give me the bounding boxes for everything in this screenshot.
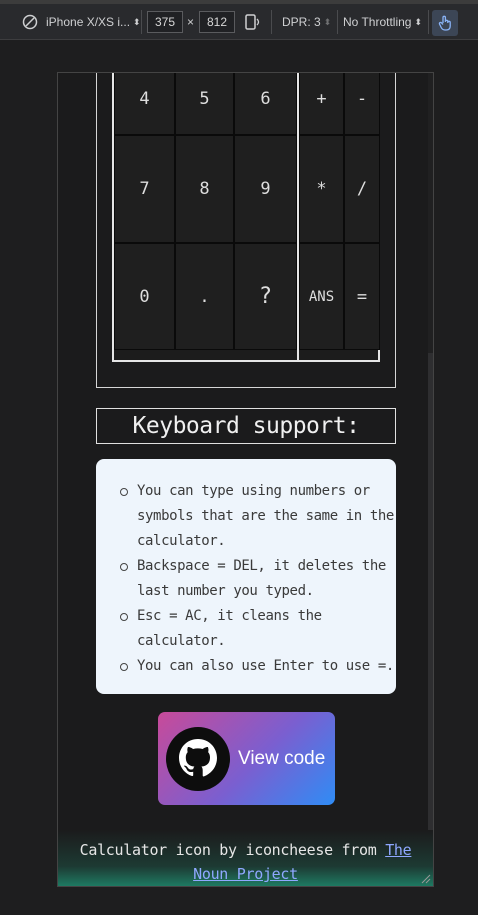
divider <box>337 10 338 34</box>
tips-list: You can type using numbers or symbols th… <box>120 479 396 679</box>
resize-handle-icon[interactable] <box>421 874 431 884</box>
list-item: Esc = AC, it cleans the calculator. <box>120 604 396 654</box>
key-9[interactable]: 9 <box>234 135 297 243</box>
touch-toggle-button[interactable] <box>432 10 458 36</box>
divider <box>271 10 272 34</box>
view-code-button[interactable]: View code <box>158 712 335 805</box>
divider <box>141 10 142 34</box>
key-minus[interactable]: - <box>344 73 380 135</box>
key-ans[interactable]: ANS <box>299 243 344 350</box>
rotate-icon[interactable] <box>243 10 261 34</box>
key-7[interactable]: 7 <box>114 135 175 243</box>
key-multiply[interactable]: * <box>299 135 344 243</box>
list-item: You can type using numbers or symbols th… <box>120 479 396 554</box>
throttling-selector[interactable]: No Throttling ⬍ <box>343 10 422 34</box>
hand-pointer-icon <box>438 15 451 31</box>
key-question[interactable]: ? <box>234 243 297 350</box>
key-4[interactable]: 4 <box>114 73 175 135</box>
device-viewport: 4 5 6 + - 7 8 9 * / 0 . ? ANS = Keyboard… <box>57 72 434 887</box>
keyboard-support-heading: Keyboard support: <box>96 408 396 444</box>
key-divide[interactable]: / <box>344 135 380 243</box>
key-decimal[interactable]: . <box>175 243 234 350</box>
dpr-selector[interactable]: DPR: 3 ⬍ <box>282 10 331 34</box>
throttling-label: No Throttling <box>343 15 412 29</box>
calculator: 4 5 6 + - 7 8 9 * / 0 . ? ANS = <box>96 73 396 388</box>
keyboard-tips-card: You can type using numbers or symbols th… <box>96 459 396 694</box>
key-plus[interactable]: + <box>299 73 344 135</box>
key-equals[interactable]: = <box>344 243 380 350</box>
calculator-keypad: 4 5 6 + - 7 8 9 * / 0 . ? ANS = <box>112 73 380 362</box>
chevron-updown-icon: ⬍ <box>133 16 141 27</box>
device-name: iPhone X/XS i... <box>46 15 131 29</box>
key-8[interactable]: 8 <box>175 135 234 243</box>
footer-credits: Calculator icon by iconcheese from The N… <box>58 830 433 886</box>
list-item: You can also use Enter to use =. <box>120 654 396 679</box>
no-device-icon <box>22 14 38 30</box>
key-0[interactable]: 0 <box>114 243 175 350</box>
times-sign: × <box>187 15 195 29</box>
divider <box>428 10 429 34</box>
device-selector[interactable]: iPhone X/XS i... ⬍ <box>22 10 141 34</box>
dpr-label: DPR: 3 <box>282 15 321 29</box>
width-input[interactable]: 375 <box>147 11 183 33</box>
credit-text: Calculator icon by iconcheese from <box>79 841 386 859</box>
github-icon <box>166 726 230 791</box>
key-5[interactable]: 5 <box>175 73 234 135</box>
chevron-updown-icon: ⬍ <box>414 16 423 27</box>
devtools-device-toolbar: iPhone X/XS i... ⬍ 375 × 812 DPR: 3 ⬍ No… <box>0 0 478 40</box>
key-6[interactable]: 6 <box>234 73 297 135</box>
scrollbar-thumb[interactable] <box>428 353 433 883</box>
list-item: Backspace = DEL, it deletes the last num… <box>120 554 396 604</box>
view-code-label: View code <box>238 747 326 769</box>
height-input[interactable]: 812 <box>199 11 235 33</box>
chevron-updown-icon: ⬍ <box>323 16 332 27</box>
